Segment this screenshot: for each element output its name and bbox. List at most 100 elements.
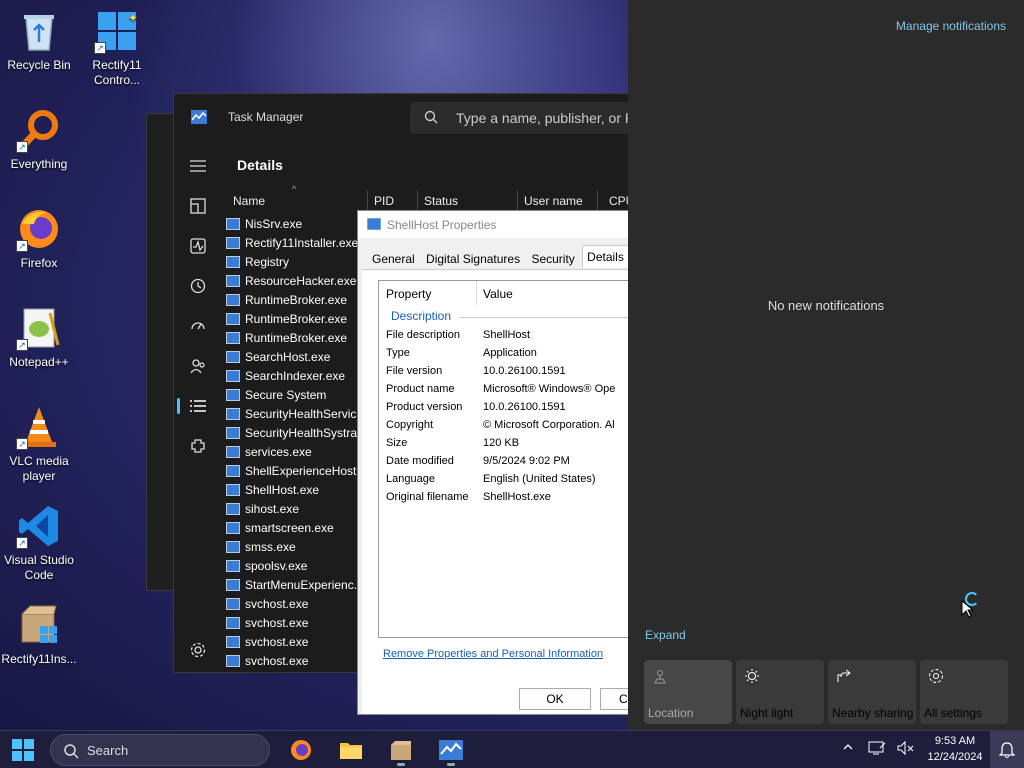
process-row[interactable]: RuntimeBroker.exe xyxy=(226,328,366,347)
taskbar: Search 9:53 AM 12/24/2024 xyxy=(0,730,1024,768)
search-input[interactable]: Type a name, publisher, or P xyxy=(410,102,640,134)
tab-security[interactable]: Security xyxy=(527,248,578,270)
navigation-rail xyxy=(174,146,222,466)
process-row[interactable]: RuntimeBroker.exe xyxy=(226,309,366,328)
property-row[interactable]: Size 120 KB xyxy=(386,437,631,455)
process-row[interactable]: svchost.exe xyxy=(226,632,366,651)
process-row[interactable]: Registry xyxy=(226,252,366,271)
startup-apps-nav-button[interactable] xyxy=(174,306,222,346)
property-row[interactable]: Language English (United States) xyxy=(386,473,631,491)
process-name: StartMenuExperienc... xyxy=(245,577,364,592)
notification-bell-button[interactable] xyxy=(990,731,1024,768)
start-button[interactable] xyxy=(12,739,34,761)
property-value: English (United States) xyxy=(483,473,596,485)
process-row[interactable]: SecurityHealthServic... xyxy=(226,404,366,423)
desktop-icon-rectify11-control[interactable]: ✦ ↗ Rectify11 Contro... xyxy=(78,8,156,88)
clock-time: 9:53 AM xyxy=(934,735,976,747)
desktop-icon-vlc[interactable]: ↗ VLC media player xyxy=(0,404,78,484)
process-icon xyxy=(226,578,240,591)
process-row[interactable]: svchost.exe xyxy=(226,594,366,613)
tab-details[interactable]: Details xyxy=(582,245,629,268)
taskbar-task-manager[interactable] xyxy=(431,734,471,766)
process-row[interactable]: ShellExperienceHost... xyxy=(226,461,366,480)
desktop-icon-firefox[interactable]: ↗ Firefox xyxy=(0,206,78,271)
taskbar-search-box[interactable]: Search xyxy=(50,734,270,766)
taskbar-installer[interactable] xyxy=(381,734,421,766)
desktop-icon-rectify11-installer[interactable]: Rectify11Ins... xyxy=(0,602,78,667)
task-manager-icon xyxy=(439,740,463,760)
desktop-icon-everything[interactable]: ↗ Everything xyxy=(0,107,78,172)
show-hidden-icons-chevron-icon[interactable] xyxy=(842,741,854,756)
process-row[interactable]: sihost.exe xyxy=(226,499,366,518)
process-row[interactable]: SearchIndexer.exe xyxy=(226,366,366,385)
desktop-icon-label: Notepad++ xyxy=(9,355,69,369)
manage-notifications-link[interactable]: Manage notifications xyxy=(896,19,1006,33)
desktop-icon-notepad-plus-plus[interactable]: ↗ Notepad++ xyxy=(0,305,78,370)
tab-general[interactable]: General xyxy=(368,248,419,270)
dialog-titlebar[interactable]: ShellHost Properties xyxy=(358,211,631,238)
property-row[interactable]: Type Application xyxy=(386,347,631,365)
quick-setting-nearby-sharing[interactable]: Nearby sharing xyxy=(828,660,916,724)
process-icon xyxy=(226,255,240,268)
expand-quick-settings-link[interactable]: Expand xyxy=(645,628,686,642)
details-nav-button[interactable] xyxy=(174,386,222,426)
quick-setting-label: All settings xyxy=(924,706,983,720)
property-row[interactable]: Product version 10.0.26100.1591 xyxy=(386,401,631,419)
process-row[interactable]: SearchHost.exe xyxy=(226,347,366,366)
column-header-status[interactable]: Status xyxy=(424,194,458,208)
process-name: svchost.exe xyxy=(245,634,309,649)
property-row[interactable]: File description ShellHost xyxy=(386,329,631,347)
process-row[interactable]: RuntimeBroker.exe xyxy=(226,290,366,309)
settings-nav-button[interactable] xyxy=(190,642,206,661)
property-row[interactable]: Copyright © Microsoft Corporation. Al xyxy=(386,419,631,437)
taskbar-file-explorer[interactable] xyxy=(331,734,371,766)
process-row[interactable]: spoolsv.exe xyxy=(226,556,366,575)
column-header-property[interactable]: Property xyxy=(386,287,431,301)
process-row[interactable]: svchost.exe xyxy=(226,613,366,632)
quick-setting-all-settings[interactable]: All settings xyxy=(920,660,1008,724)
quick-setting-location[interactable]: Location xyxy=(644,660,732,724)
process-row[interactable]: svchost.exe xyxy=(226,651,366,670)
quick-setting-night-light[interactable]: Night light xyxy=(736,660,824,724)
clock[interactable]: 9:53 AM 12/24/2024 xyxy=(922,733,988,765)
process-icon xyxy=(226,445,240,458)
process-row[interactable]: Rectify11Installer.exe xyxy=(226,233,366,252)
background-window[interactable] xyxy=(146,113,176,591)
services-nav-button[interactable] xyxy=(174,426,222,466)
ok-button[interactable]: OK xyxy=(519,688,591,710)
property-row[interactable]: Date modified 9/5/2024 9:02 PM xyxy=(386,455,631,473)
column-header-user-name[interactable]: User name xyxy=(524,194,583,208)
remove-properties-link[interactable]: Remove Properties and Personal Informati… xyxy=(383,648,603,660)
process-row[interactable]: smss.exe xyxy=(226,537,366,556)
process-row[interactable]: NisSrv.exe xyxy=(226,214,366,233)
process-row[interactable]: services.exe xyxy=(226,442,366,461)
process-row[interactable]: ResourceHacker.exe xyxy=(226,271,366,290)
column-header-value[interactable]: Value xyxy=(483,287,513,301)
process-name: ShellHost.exe xyxy=(245,482,320,497)
column-header-pid[interactable]: PID xyxy=(374,194,394,208)
process-row[interactable]: Secure System xyxy=(226,385,366,404)
column-header-name[interactable]: Name xyxy=(233,194,265,208)
users-nav-button[interactable] xyxy=(174,346,222,386)
property-list[interactable]: Property Value Description File descript… xyxy=(378,280,631,638)
taskbar-firefox[interactable] xyxy=(281,734,321,766)
process-row[interactable]: ShellHost.exe xyxy=(226,480,366,499)
property-row[interactable]: Product name Microsoft® Windows® Ope xyxy=(386,383,631,401)
property-row[interactable]: File version 10.0.26100.1591 xyxy=(386,365,631,383)
tab-digital-signatures[interactable]: Digital Signatures xyxy=(422,248,524,270)
clock-date: 12/24/2024 xyxy=(927,751,983,763)
process-row[interactable]: StartMenuExperienc... xyxy=(226,575,366,594)
processes-nav-button[interactable] xyxy=(174,186,222,226)
volume-muted-icon[interactable] xyxy=(897,740,915,759)
network-icon[interactable] xyxy=(868,740,886,759)
property-row[interactable]: Original filename ShellHost.exe xyxy=(386,491,631,509)
hamburger-menu-button[interactable] xyxy=(174,146,222,186)
app-history-nav-button[interactable] xyxy=(174,266,222,306)
performance-nav-button[interactable] xyxy=(174,226,222,266)
share-icon xyxy=(836,668,852,687)
process-row[interactable]: SecurityHealthSystra... xyxy=(226,423,367,442)
property-value: 10.0.26100.1591 xyxy=(483,365,566,377)
desktop-icon-recycle-bin[interactable]: Recycle Bin xyxy=(0,8,78,73)
process-row[interactable]: smartscreen.exe xyxy=(226,518,366,537)
desktop-icon-vscode[interactable]: ↗ Visual Studio Code xyxy=(0,503,78,583)
